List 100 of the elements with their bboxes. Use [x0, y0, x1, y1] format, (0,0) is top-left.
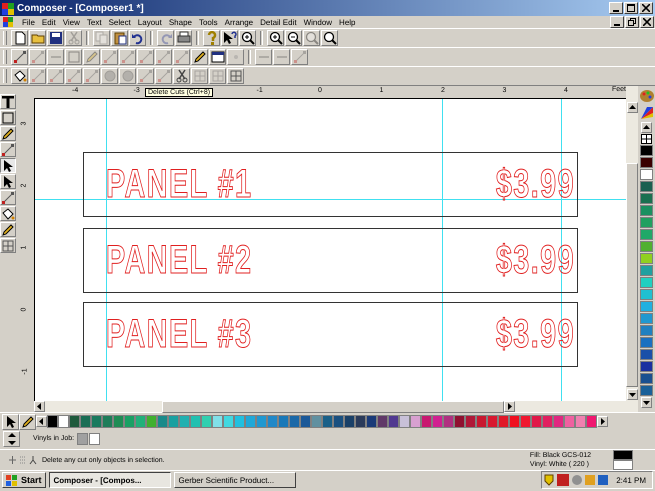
color-swatch[interactable]	[640, 313, 653, 324]
vertical-scrollbar[interactable]	[626, 86, 638, 412]
scroll-up-button[interactable]	[626, 102, 638, 113]
toolbar-button[interactable]	[175, 30, 192, 46]
color-swatch[interactable]	[640, 325, 653, 336]
color-swatch[interactable]	[146, 415, 157, 428]
color-swatch[interactable]	[223, 415, 234, 428]
horizontal-scrollbar[interactable]	[34, 401, 626, 412]
menu-item[interactable]: Shape	[168, 18, 192, 26]
color-swatch[interactable]	[640, 277, 653, 288]
toolbar-button[interactable]	[29, 30, 46, 46]
color-swatch[interactable]	[344, 415, 355, 428]
toolbar-button[interactable]	[11, 30, 28, 46]
menu-item[interactable]: Window	[304, 18, 332, 26]
menu-item[interactable]: View	[62, 18, 80, 26]
menu-item[interactable]: Tools	[198, 18, 218, 26]
color-swatch[interactable]	[640, 157, 653, 168]
menu-item[interactable]: Text	[86, 18, 102, 26]
color-fan-icon[interactable]	[638, 105, 654, 121]
menu-item[interactable]: Detail Edit	[260, 18, 297, 26]
scroll-right-button[interactable]	[504, 401, 515, 412]
toolbar-button[interactable]	[11, 68, 28, 84]
toolbar-button[interactable]	[47, 30, 64, 46]
toolbar-button[interactable]	[209, 49, 226, 65]
menu-item[interactable]: Edit	[42, 18, 56, 26]
toolbar-button[interactable]	[191, 49, 208, 65]
color-swatch[interactable]	[245, 415, 256, 428]
minimize-button[interactable]	[610, 16, 624, 28]
scroll-down-button[interactable]	[626, 389, 638, 400]
palette-icon[interactable]	[638, 88, 654, 104]
menu-item[interactable]: Select	[108, 18, 131, 26]
color-swatch[interactable]	[487, 415, 498, 428]
color-swatch[interactable]	[399, 415, 410, 428]
scroll-up-button[interactable]	[641, 122, 652, 133]
color-swatch[interactable]	[542, 415, 553, 428]
color-swatch[interactable]	[640, 145, 653, 156]
menu-item[interactable]: Layout	[138, 18, 162, 26]
grid-icon[interactable]	[641, 134, 652, 144]
color-swatch[interactable]	[640, 241, 653, 252]
shield-icon[interactable]	[544, 474, 554, 486]
color-swatch[interactable]	[135, 415, 146, 428]
color-swatch[interactable]	[640, 289, 653, 300]
toolbar-button[interactable]	[239, 30, 256, 46]
color-swatch[interactable]	[432, 415, 443, 428]
color-swatch[interactable]	[91, 415, 102, 428]
color-swatch[interactable]	[201, 415, 212, 428]
color-swatch[interactable]	[366, 415, 377, 428]
swap-button[interactable]	[3, 430, 20, 446]
color-swatch[interactable]	[289, 415, 300, 428]
color-swatch[interactable]	[267, 415, 278, 428]
close-button[interactable]	[640, 16, 654, 28]
color-swatch[interactable]	[212, 415, 223, 428]
toolbar-button[interactable]	[285, 30, 302, 46]
color-swatch[interactable]	[640, 193, 653, 204]
color-swatch[interactable]	[640, 349, 653, 360]
color-swatch[interactable]	[388, 415, 399, 428]
color-swatch[interactable]	[640, 181, 653, 192]
color-swatch[interactable]	[531, 415, 542, 428]
toolbar-button[interactable]	[173, 68, 190, 84]
menu-item[interactable]: Arrange	[224, 18, 254, 26]
color-swatch[interactable]	[157, 415, 168, 428]
color-swatch[interactable]	[311, 415, 322, 428]
toolbar-button[interactable]	[111, 30, 128, 46]
color-swatch[interactable]	[509, 415, 520, 428]
color-swatch[interactable]	[179, 415, 190, 428]
color-swatch[interactable]	[640, 385, 653, 396]
color-swatch[interactable]	[553, 415, 564, 428]
start-button[interactable]: Start	[2, 472, 46, 488]
color-swatch[interactable]	[47, 415, 58, 428]
color-swatch[interactable]	[520, 415, 531, 428]
color-swatch[interactable]	[640, 229, 653, 240]
color-swatch[interactable]	[640, 373, 653, 384]
toolbar-button[interactable]	[321, 30, 338, 46]
scroll-left-button[interactable]	[36, 416, 47, 427]
scroll-left-button[interactable]	[34, 401, 45, 412]
color-swatch[interactable]	[640, 169, 653, 180]
color-swatch[interactable]	[465, 415, 476, 428]
color-swatch[interactable]	[575, 415, 586, 428]
color-swatch[interactable]	[640, 253, 653, 264]
color-swatch[interactable]	[322, 415, 333, 428]
color-swatch[interactable]	[443, 415, 454, 428]
color-swatch[interactable]	[124, 415, 135, 428]
toolbar-button[interactable]	[227, 68, 244, 84]
color-swatch[interactable]	[69, 415, 80, 428]
color-swatch[interactable]	[58, 415, 69, 428]
color-swatch[interactable]	[168, 415, 179, 428]
restore-button[interactable]	[625, 16, 639, 28]
toolbar-button[interactable]	[129, 30, 146, 46]
color-swatch[interactable]	[80, 415, 91, 428]
color-swatch[interactable]	[454, 415, 465, 428]
minimize-button[interactable]	[609, 2, 623, 14]
color-swatch[interactable]	[113, 415, 124, 428]
color-swatch[interactable]	[234, 415, 245, 428]
color-swatch[interactable]	[333, 415, 344, 428]
color-swatch[interactable]	[640, 337, 653, 348]
color-swatch[interactable]	[355, 415, 366, 428]
color-swatch[interactable]	[102, 415, 113, 428]
color-swatch[interactable]	[640, 217, 653, 228]
color-swatch[interactable]	[377, 415, 388, 428]
color-swatch[interactable]	[256, 415, 267, 428]
